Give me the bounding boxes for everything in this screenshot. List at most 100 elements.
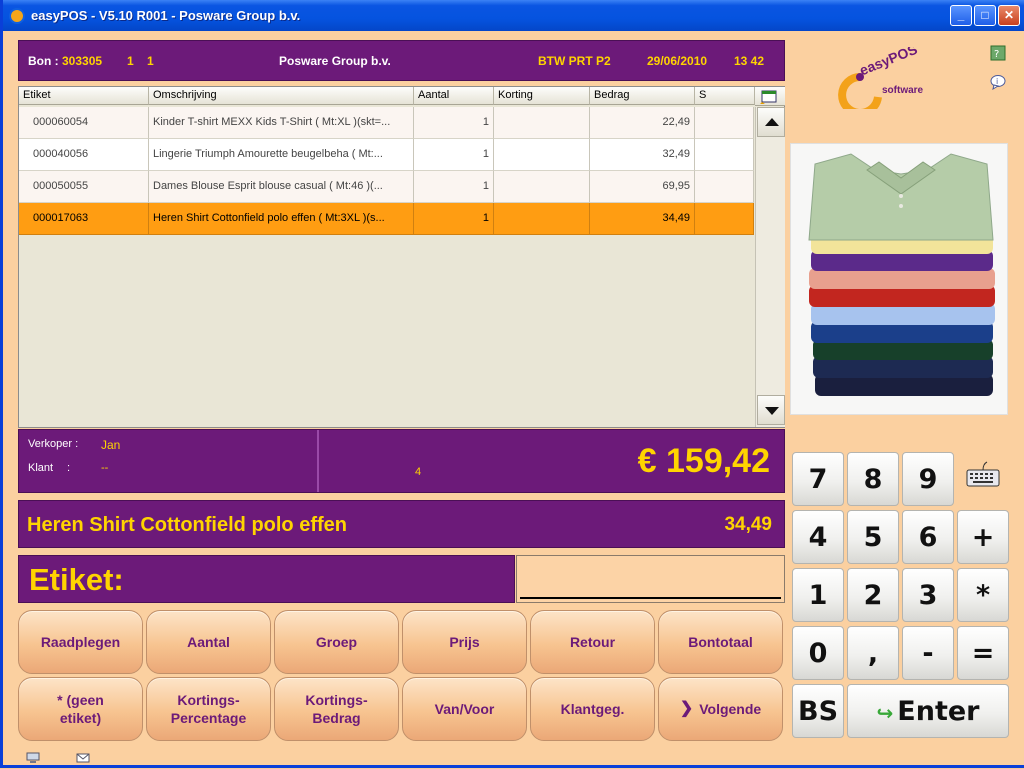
table-row[interactable]: 000040056 Lingerie Triumph Amourette beu… <box>19 139 754 171</box>
key-7[interactable]: 7 <box>792 452 844 506</box>
minimize-button[interactable]: _ <box>950 5 972 26</box>
arrow-up-icon <box>765 118 779 126</box>
close-button[interactable]: ✕ <box>998 5 1020 26</box>
computer-icon <box>26 751 40 763</box>
key-4[interactable]: 4 <box>792 510 844 564</box>
groep-button[interactable]: Groep <box>274 610 399 674</box>
date: 29/06/2010 <box>647 54 708 68</box>
cell-aantal: 1 <box>414 171 494 203</box>
column-header-aantal[interactable]: Aantal <box>414 87 494 105</box>
kortings-bedrag-line2: Bedrag <box>312 710 361 726</box>
cell-bedrag: 34,49 <box>590 203 695 235</box>
key-plus[interactable]: + <box>957 510 1009 564</box>
key-6[interactable]: 6 <box>902 510 954 564</box>
sales-grid[interactable]: Etiket Omschrijving Aantal Korting Bedra… <box>18 86 785 428</box>
table-row-selected[interactable]: 000017063 Heren Shirt Cottonfield polo e… <box>19 203 754 235</box>
cell-korting <box>494 139 590 171</box>
totals-panel: Verkoper : Jan Klant : -- 4 € 159,42 <box>18 429 785 493</box>
key-0[interactable]: 0 <box>792 626 844 680</box>
volgende-label: Volgende <box>699 701 762 717</box>
scroll-up-button[interactable] <box>757 107 785 137</box>
retour-button[interactable]: Retour <box>530 610 655 674</box>
keyboard-icon[interactable] <box>957 452 1009 506</box>
key-5[interactable]: 5 <box>847 510 899 564</box>
verkoper-value: Jan <box>101 438 121 452</box>
cell-etiket: 000017063 <box>19 203 149 235</box>
aantal-button[interactable]: Aantal <box>146 610 271 674</box>
mail-icon <box>76 751 90 763</box>
van-voor-button[interactable]: Van/Voor <box>402 677 527 741</box>
key-multiply[interactable]: * <box>957 568 1009 622</box>
logo-text-top: easyPOS <box>857 47 919 78</box>
item-count: 4 <box>415 466 422 478</box>
cell-omschrijving: Heren Shirt Cottonfield polo effen ( Mt:… <box>149 203 414 235</box>
column-header-korting[interactable]: Korting <box>494 87 590 105</box>
table-row[interactable]: 000050055 Dames Blouse Esprit blouse cas… <box>19 171 754 203</box>
kortings-percentage-button[interactable]: Kortings- Percentage <box>146 677 271 741</box>
column-chooser-icon[interactable] <box>755 87 785 106</box>
cell-bedrag: 69,95 <box>590 171 695 203</box>
cell-s <box>695 203 754 235</box>
key-2[interactable]: 2 <box>847 568 899 622</box>
volgende-button[interactable]: ❯ Volgende <box>658 677 783 741</box>
current-item-price: 34,49 <box>724 514 772 535</box>
kortings-percentage-line1: Kortings- <box>177 692 240 708</box>
geen-etiket-line2: etiket) <box>59 710 102 726</box>
key-comma[interactable]: , <box>847 626 899 680</box>
maximize-button[interactable]: □ <box>974 5 996 26</box>
svg-text:?: ? <box>994 49 999 60</box>
column-header-omschrijving[interactable]: Omschrijving <box>149 87 414 105</box>
key-equals[interactable]: = <box>957 626 1009 680</box>
cell-omschrijving: Dames Blouse Esprit blouse casual ( Mt:4… <box>149 171 414 203</box>
etiket-label-panel: Etiket: <box>18 555 515 603</box>
key-3[interactable]: 3 <box>902 568 954 622</box>
cell-s <box>695 107 754 139</box>
info-balloon-icon[interactable]: i <box>990 74 1006 91</box>
seller-customer-panel: Verkoper : Jan Klant : -- <box>19 430 319 492</box>
grid-scrollbar[interactable] <box>755 107 785 427</box>
help-icon[interactable]: ? <box>990 45 1006 61</box>
cell-aantal: 1 <box>414 139 494 171</box>
cell-etiket: 000060054 <box>19 107 149 139</box>
title-bar[interactable]: easyPOS - V5.10 R001 - Posware Group b.v… <box>3 0 1024 31</box>
key-minus[interactable]: - <box>902 626 954 680</box>
cell-s <box>695 139 754 171</box>
chevron-right-icon: ❯ <box>679 700 694 717</box>
column-header-bedrag[interactable]: Bedrag <box>590 87 695 105</box>
kortings-bedrag-button[interactable]: Kortings- Bedrag <box>274 677 399 741</box>
table-row[interactable]: 000060054 Kinder T-shirt MEXX Kids T-Shi… <box>19 107 754 139</box>
app-logo-icon <box>9 8 25 24</box>
cell-aantal: 1 <box>414 203 494 235</box>
main-content: Bon : 303305 1 1 Posware Group b.v. BTW … <box>6 31 1024 765</box>
klant-value: -- <box>101 462 109 474</box>
cell-s <box>695 171 754 203</box>
klant-separator: : <box>67 462 71 474</box>
logo-text-bottom: software <box>882 85 924 96</box>
total-amount: € 159,42 <box>637 442 770 480</box>
klant-label: Klant <box>28 462 54 474</box>
easypos-logo: easyPOS software <box>838 41 938 117</box>
enter-button[interactable]: ↪ Enter <box>847 684 1009 738</box>
key-9[interactable]: 9 <box>902 452 954 506</box>
cell-korting <box>494 203 590 235</box>
key-1[interactable]: 1 <box>792 568 844 622</box>
cell-aantal: 1 <box>414 107 494 139</box>
scroll-down-button[interactable] <box>757 395 785 425</box>
product-image <box>790 143 1008 415</box>
enter-label: Enter <box>897 696 980 727</box>
geen-etiket-button[interactable]: * (geen etiket) <box>18 677 143 741</box>
verkoper-label: Verkoper : <box>28 438 79 450</box>
cell-omschrijving: Lingerie Triumph Amourette beugelbeha ( … <box>149 139 414 171</box>
cell-bedrag: 22,49 <box>590 107 695 139</box>
column-header-etiket[interactable]: Etiket <box>19 87 149 105</box>
cell-omschrijving: Kinder T-shirt MEXX Kids T-Shirt ( Mt:XL… <box>149 107 414 139</box>
raadplegen-button[interactable]: Raadplegen <box>18 610 143 674</box>
column-header-s[interactable]: S <box>695 87 755 105</box>
bontotaal-button[interactable]: Bontotaal <box>658 610 783 674</box>
prijs-button[interactable]: Prijs <box>402 610 527 674</box>
etiket-input[interactable] <box>516 555 785 603</box>
klantgeg-button[interactable]: Klantgeg. <box>530 677 655 741</box>
key-backspace[interactable]: BS <box>792 684 844 738</box>
enter-arrow-icon: ↪ <box>876 701 894 725</box>
key-8[interactable]: 8 <box>847 452 899 506</box>
